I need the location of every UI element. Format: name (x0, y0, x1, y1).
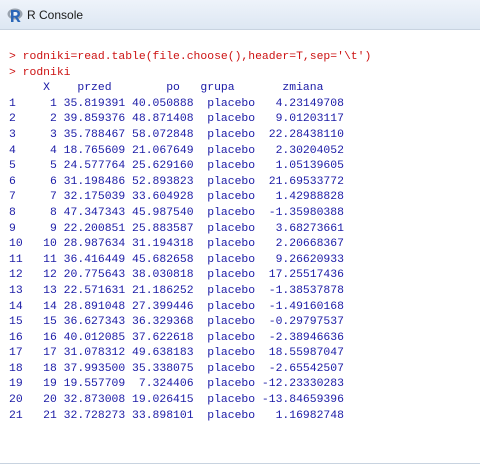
table-row: 11 11 36.416449 45.682658 placebo 9.2662… (9, 253, 344, 266)
table-row: 6 6 31.198486 52.893823 placebo 21.69533… (9, 175, 344, 188)
console-command: > rodniki (9, 66, 71, 79)
table-header-line: X przed po grupa zmiana (9, 82, 324, 95)
table-row: 13 13 22.571631 21.186252 placebo -1.385… (9, 284, 344, 297)
table-row: 19 19 19.557709 7.324406 placebo -12.233… (9, 378, 344, 391)
table-row: 3 3 35.788467 58.072848 placebo 22.28438… (9, 128, 344, 141)
table-row: 1 1 35.819391 40.050888 placebo 4.231497… (9, 97, 344, 110)
table-row: 10 10 28.987634 31.194318 placebo 2.2066… (9, 238, 344, 251)
table-row: 20 20 32.873008 19.026415 placebo -13.84… (9, 394, 344, 407)
console-lines: > rodniki=read.table(file.choose(),heade… (9, 50, 371, 424)
console-command: > rodniki=read.table(file.choose(),heade… (9, 51, 372, 63)
table-row: 9 9 22.200851 25.883587 placebo 3.682736… (9, 222, 344, 235)
table-row: 14 14 28.891048 27.399446 placebo -1.491… (9, 300, 344, 313)
table-row: 5 5 24.577764 25.629160 placebo 1.051396… (9, 160, 344, 173)
table-row: 21 21 32.728273 33.898101 placebo 1.1698… (9, 409, 344, 422)
table-row: 4 4 18.765609 21.067649 placebo 2.302040… (9, 144, 344, 157)
table-row: 16 16 40.012085 37.622618 placebo -2.389… (9, 331, 344, 344)
title-bar[interactable]: R Console (0, 0, 480, 30)
r-logo-icon (7, 8, 23, 22)
table-row: 8 8 47.347343 45.987540 placebo -1.35980… (9, 206, 344, 219)
table-row: 2 2 39.859376 48.871408 placebo 9.012031… (9, 113, 344, 126)
window-title: R Console (27, 8, 84, 22)
table-row: 17 17 31.078312 49.638183 placebo 18.559… (9, 347, 344, 360)
table-row: 7 7 32.175039 33.604928 placebo 1.429888… (9, 191, 344, 204)
table-row: 15 15 36.627343 36.329368 placebo -0.297… (9, 316, 344, 329)
table-row: 18 18 37.993500 35.338075 placebo -2.655… (9, 362, 344, 375)
console-output-area[interactable]: > rodniki=read.table(file.choose(),heade… (0, 30, 480, 464)
table-row: 12 12 20.775643 38.030818 placebo 17.255… (9, 269, 344, 282)
